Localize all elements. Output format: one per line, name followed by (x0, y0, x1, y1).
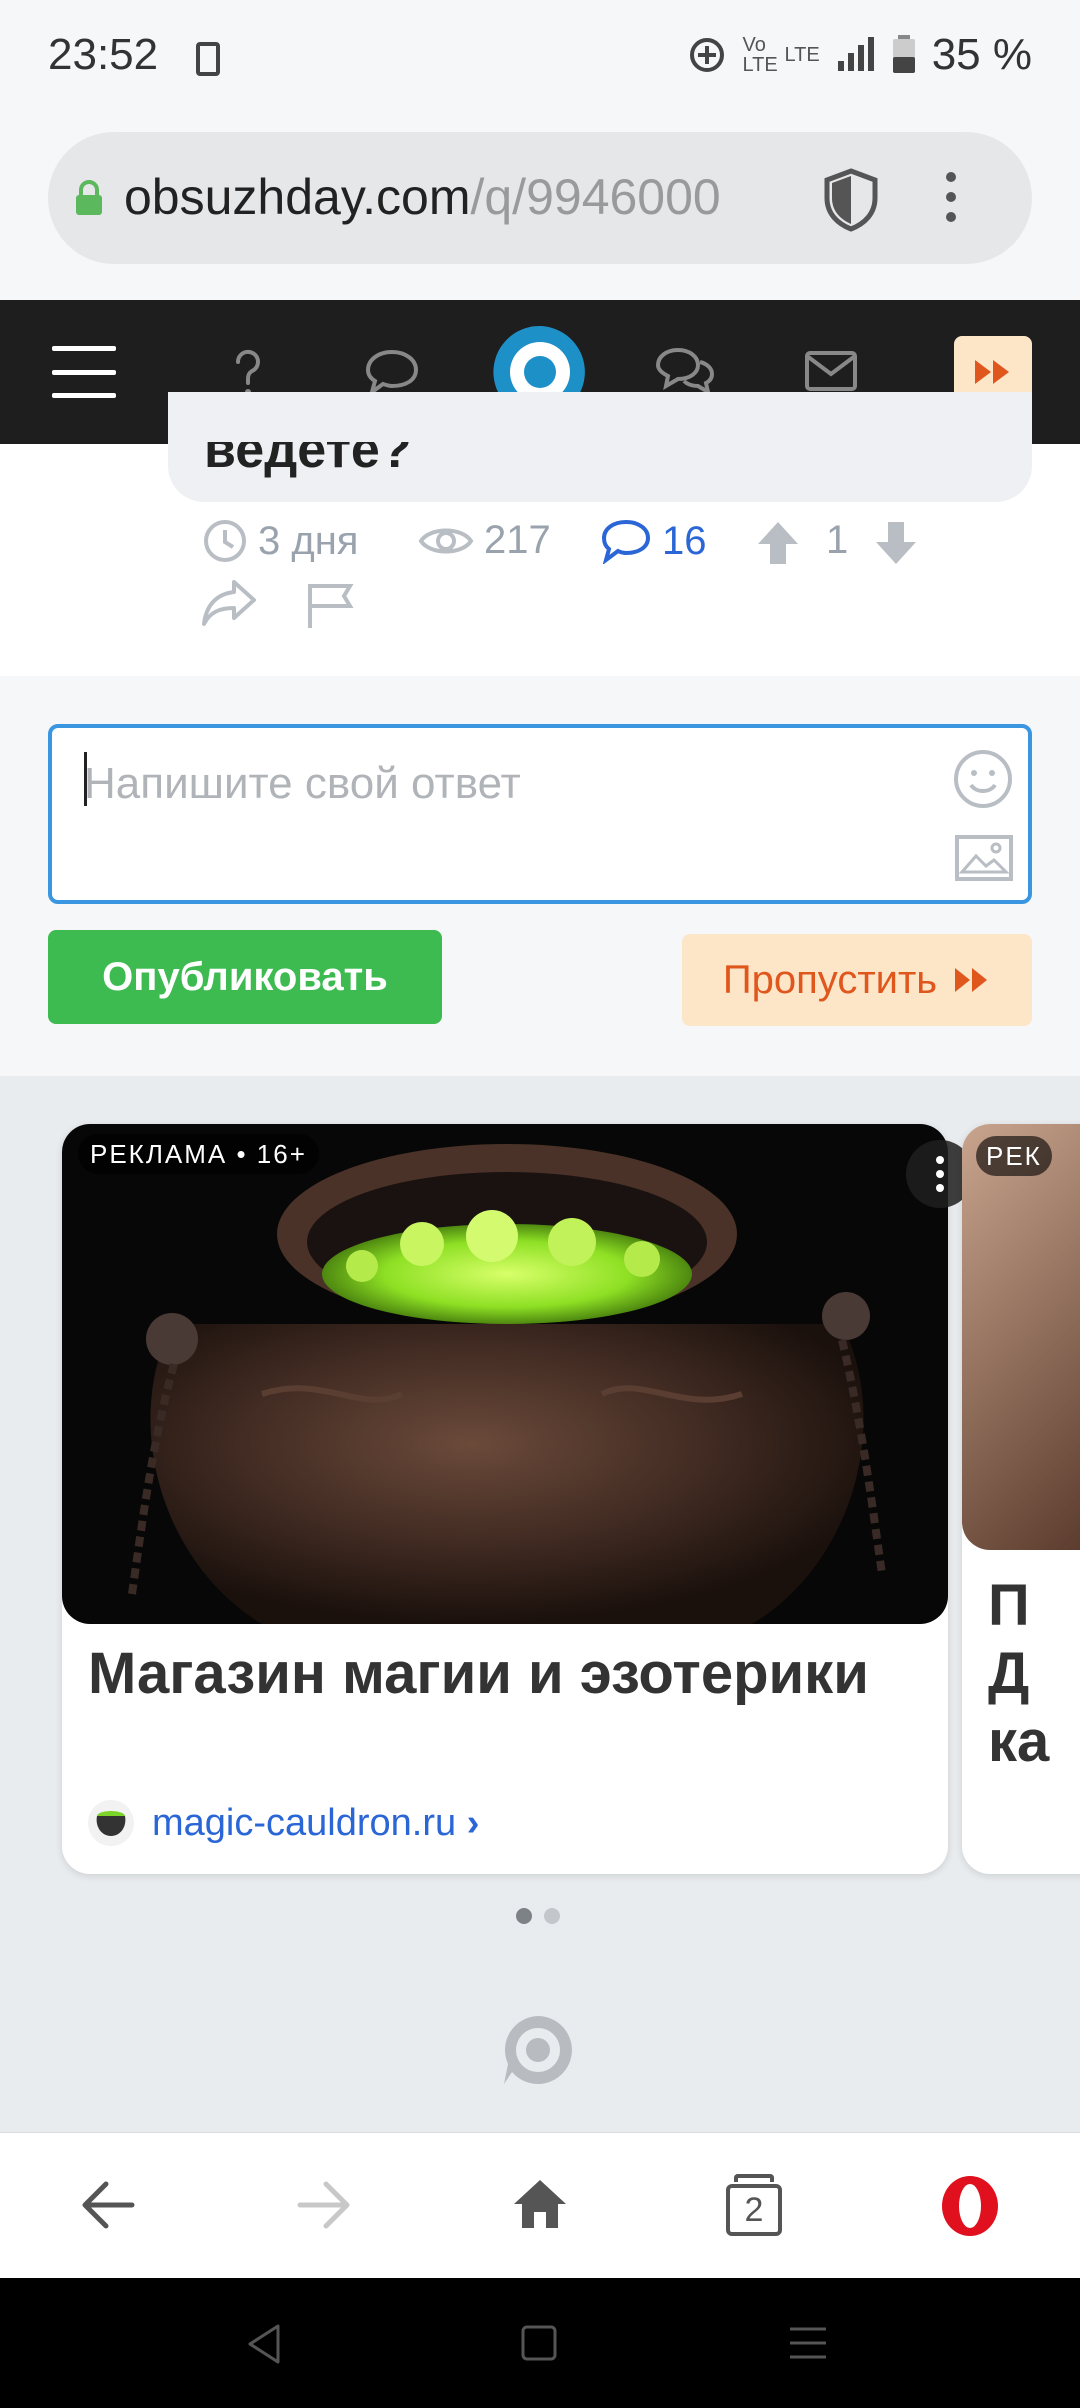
answer-input[interactable] (84, 752, 904, 816)
comment-count-icon (601, 519, 651, 564)
vote-count: 1 (826, 518, 849, 562)
lock-icon (76, 180, 102, 215)
next-ad-title: П Д ка (988, 1573, 1050, 1774)
clock-icon (204, 520, 246, 562)
lte-label: LTE (784, 43, 820, 66)
opera-menu-icon[interactable] (938, 2174, 1002, 2238)
nav-home-icon[interactable] (520, 2324, 558, 2362)
phone-icon (196, 42, 220, 76)
ad-image[interactable] (62, 1124, 948, 1624)
status-time: 23:52 (48, 30, 159, 79)
views-count: 217 (484, 518, 551, 562)
next-ad-image (962, 1124, 1080, 1550)
signal-icon (837, 37, 874, 71)
next-ad-badge: РЕК (976, 1136, 1052, 1176)
ad-badge: РЕКЛАМА • 16+ (78, 1134, 319, 1174)
image-upload-icon[interactable] (954, 834, 1014, 882)
question-age: 3 дня (202, 518, 358, 564)
status-right: Vo LTE LTE 35 % (687, 30, 1032, 80)
chevron-right-icon: › (466, 1802, 480, 1844)
url-text[interactable]: obsuzhday.com/q/9946000 (124, 168, 796, 226)
carousel-dots (516, 1908, 560, 1924)
tabs-stack-icon (734, 2174, 774, 2182)
publish-button[interactable]: Опубликовать (48, 930, 442, 1024)
emoji-icon[interactable] (952, 748, 1014, 810)
data-saver-icon (689, 38, 724, 72)
age-text: 3 дня (258, 518, 359, 563)
forward-icon[interactable] (296, 2180, 352, 2230)
carousel-dot-active[interactable] (516, 1908, 532, 1924)
discussion-icon[interactable] (654, 346, 716, 398)
question-views: 217 (418, 518, 551, 563)
cauldron-icon (96, 1811, 126, 1836)
browser-menu-button[interactable] (946, 172, 956, 222)
battery-icon (892, 35, 915, 73)
question-comments[interactable]: 16 (600, 518, 707, 564)
share-icon[interactable] (200, 578, 258, 628)
comment-icon[interactable] (364, 348, 420, 396)
volte-icon: Vo LTE (742, 34, 778, 76)
flag-icon[interactable] (304, 580, 356, 630)
shield-icon[interactable] (822, 168, 880, 232)
fast-forward-icon (955, 968, 988, 992)
skip-button[interactable]: Пропустить (682, 934, 1032, 1026)
mail-icon[interactable] (804, 350, 858, 392)
text-caret (84, 752, 87, 806)
menu-icon[interactable] (52, 346, 116, 398)
cauldron-image (62, 1124, 948, 1624)
tabs-button[interactable]: 2 (726, 2174, 782, 2236)
battery-level: 35 % (931, 30, 1032, 79)
eye-icon (418, 528, 474, 553)
comments-count: 16 (662, 518, 707, 563)
ad-favicon (88, 1800, 134, 1846)
home-icon[interactable] (510, 2176, 570, 2232)
carousel-dot[interactable] (544, 1908, 560, 1924)
downvote-icon[interactable] (874, 520, 918, 566)
loading-logo-icon (504, 2016, 572, 2084)
tab-count: 2 (726, 2184, 782, 2236)
upvote-icon[interactable] (756, 520, 800, 566)
ad-domain-link[interactable]: magic-cauldron.ru › (152, 1802, 479, 1845)
nav-recents-icon[interactable] (788, 2326, 828, 2360)
skip-label: Пропустить (722, 957, 938, 1002)
next-ad-card[interactable]: РЕК П Д ка (962, 1124, 1080, 1874)
nav-back-icon[interactable] (244, 2322, 284, 2366)
ad-title[interactable]: Магазин магии и эзотерики (88, 1640, 928, 1707)
back-icon[interactable] (80, 2180, 136, 2230)
fast-forward-icon (975, 360, 1009, 384)
